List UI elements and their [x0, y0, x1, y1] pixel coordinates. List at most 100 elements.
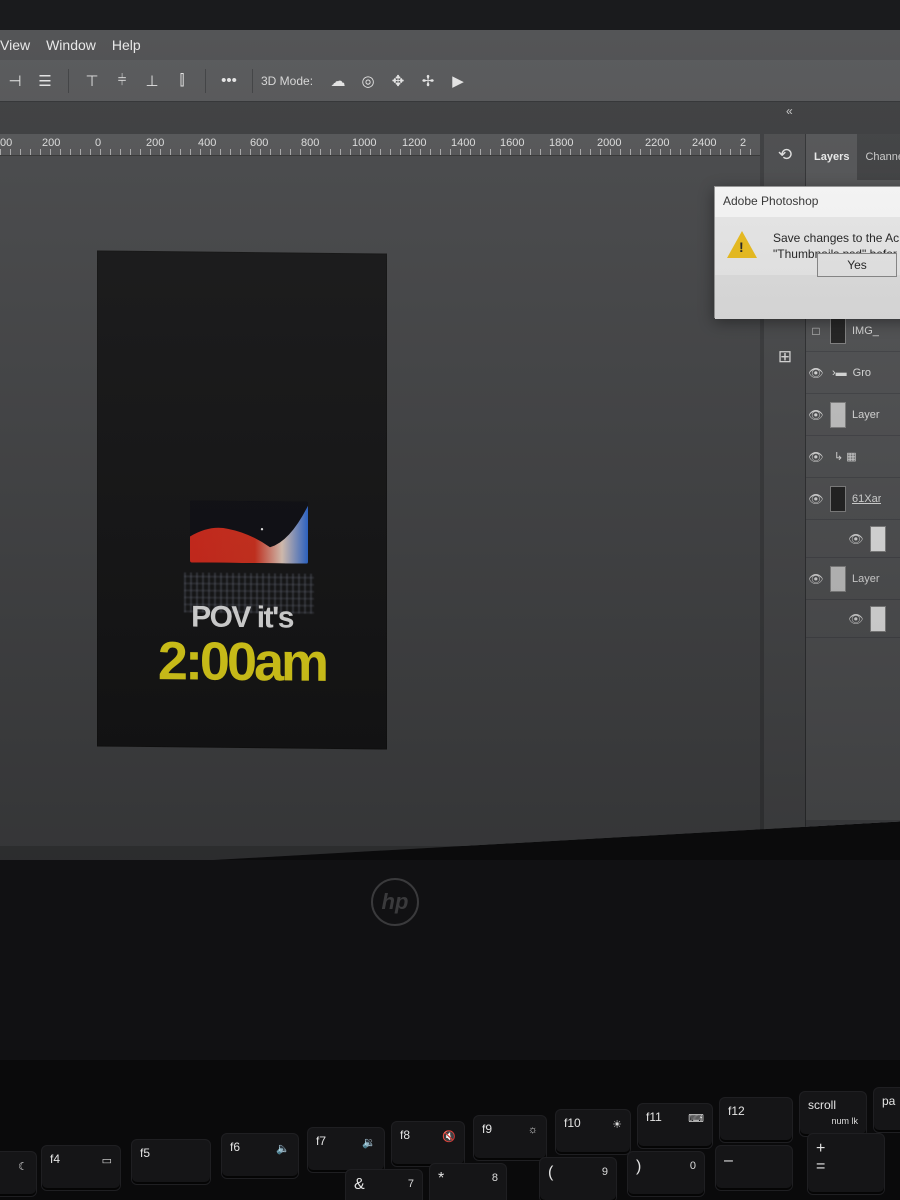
distribute-icon[interactable]: ⫿: [167, 72, 197, 89]
ruler-label: 2400: [692, 137, 717, 149]
link-icon[interactable]: ⊝: [846, 829, 857, 845]
key-9[interactable]: (9: [540, 1158, 616, 1200]
layer-row[interactable]: 👁: [806, 520, 900, 558]
key-f10[interactable]: f10 ☀: [556, 1110, 630, 1154]
layer-name[interactable]: Layer: [852, 573, 880, 585]
menu-view[interactable]: View: [0, 37, 30, 53]
menu-window[interactable]: Window: [46, 37, 96, 53]
volume-up-icon: 🔉: [362, 1137, 376, 1149]
align-horizontal-centers-icon[interactable]: ⫩: [107, 72, 137, 89]
key-minus[interactable]: –: [716, 1146, 792, 1190]
layer-name[interactable]: 61Xar: [852, 493, 881, 505]
key-f5[interactable]: f5: [132, 1140, 210, 1184]
collapse-panels-icon[interactable]: «: [786, 104, 793, 118]
layer-row[interactable]: 👁 Layer: [806, 558, 900, 600]
laptop-keyboard: ☾ f4 ▭ f5 f6 🔈 f7 🔉 f8 🔇 f9 ☼ f10 ☀ f11 ⌨ f12 s…: [0, 1060, 900, 1200]
key-label: f7: [316, 1134, 327, 1148]
dialog-body: ! Save changes to the Ac "Thumbnails.psd…: [715, 217, 900, 319]
key-equals[interactable]: + =: [808, 1134, 884, 1194]
key-f6[interactable]: f6 🔈: [222, 1134, 298, 1178]
ruler-label: 200: [146, 137, 165, 149]
fx-icon[interactable]: fx: [869, 830, 879, 845]
red-wallpaper-graphic: [190, 500, 308, 564]
pan-icon[interactable]: ✥: [383, 72, 413, 90]
align-left-edges-icon[interactable]: ⊣: [0, 72, 30, 90]
slide-icon[interactable]: ✢: [413, 72, 443, 90]
3d-mode-label: 3D Mode:: [261, 73, 314, 88]
align-bottom-icon[interactable]: ⊥: [137, 72, 167, 90]
document-canvas-area[interactable]: POV it's 2:00am: [0, 156, 760, 846]
key-f4[interactable]: f4 ▭: [42, 1146, 120, 1190]
key-7[interactable]: & 7: [346, 1170, 422, 1200]
layer-thumbnail: [830, 401, 846, 428]
toolbar-separator: [68, 68, 69, 93]
eye-icon[interactable]: 👁: [846, 532, 866, 546]
key-label: f12: [728, 1104, 745, 1118]
menu-help[interactable]: Help: [112, 37, 141, 53]
key-8[interactable]: * 8: [430, 1164, 506, 1200]
panel-tabs: Layers Channe: [806, 134, 900, 180]
dialog-title: Adobe Photoshop: [715, 187, 900, 217]
key-label: 7: [407, 1178, 414, 1190]
laptop-bottom-bezel: [0, 860, 900, 1070]
eye-icon[interactable]: 👁: [846, 612, 866, 626]
key-f7[interactable]: f7 🔉: [308, 1128, 384, 1172]
ruler-label: 600: [250, 137, 269, 149]
layer-name[interactable]: Layer: [852, 409, 880, 421]
align-top-icon[interactable]: ⊤: [77, 72, 107, 90]
visibility-off-icon[interactable]: □: [806, 324, 826, 338]
key-label: 0: [689, 1160, 696, 1172]
key-f8[interactable]: f8 🔇: [392, 1122, 464, 1166]
key-f9[interactable]: f9 ☼: [474, 1116, 546, 1160]
layer-row[interactable]: 👁 ›▬ Gro: [806, 352, 900, 394]
key-label: f4: [50, 1152, 61, 1166]
layer-row[interactable]: 👁: [806, 600, 900, 638]
properties-icon[interactable]: ⊞: [764, 336, 806, 378]
layer-thumbnail: [870, 605, 886, 632]
artboard-thumbnail[interactable]: POV it's 2:00am: [98, 251, 386, 749]
save-changes-dialog: Adobe Photoshop ! Save changes to the Ac…: [714, 186, 900, 319]
ruler-label: 400: [198, 137, 217, 149]
horizontal-ruler[interactable]: 00 200 0 200 400 600 800 1000 1200 1400 …: [0, 134, 760, 156]
ruler-label: 0: [95, 137, 102, 149]
roll-icon[interactable]: ◎: [353, 72, 383, 90]
key-f12[interactable]: f12: [720, 1098, 792, 1142]
time-heading-text[interactable]: 2:00am: [98, 629, 386, 694]
menu-bar: View Window Help: [0, 30, 900, 60]
ruler-label: 1800: [549, 137, 574, 149]
ruler-label: 2200: [645, 137, 670, 149]
key-pause[interactable]: pa: [874, 1088, 900, 1132]
layer-name[interactable]: Gro: [853, 367, 871, 379]
tab-layers[interactable]: Layers: [806, 134, 858, 180]
eye-icon[interactable]: 👁: [806, 450, 826, 464]
key-scroll-lock[interactable]: scroll num lk: [800, 1092, 866, 1136]
hp-logo: hp: [371, 878, 419, 926]
video-camera-icon[interactable]: ▶: [443, 72, 473, 90]
layer-row[interactable]: 👁 Layer: [806, 394, 900, 436]
eye-icon[interactable]: 👁: [806, 366, 826, 380]
laptop-screen-photo-layer: [190, 500, 308, 564]
eye-icon[interactable]: 👁: [806, 572, 826, 586]
align-vertical-centers-icon[interactable]: ☰: [30, 72, 60, 90]
history-icon[interactable]: ⟲: [764, 134, 806, 176]
layer-thumbnail: [830, 565, 846, 592]
layer-row[interactable]: 👁 ↳ ▦: [806, 436, 900, 478]
yes-button[interactable]: Yes: [817, 253, 897, 277]
more-options-button[interactable]: •••: [214, 72, 244, 89]
ruler-label: 1000: [352, 137, 377, 149]
layer-thumbnail: [830, 485, 846, 512]
eye-icon[interactable]: 👁: [806, 492, 826, 506]
ruler-label: 00: [0, 137, 13, 149]
panel-collapse-bar[interactable]: «: [764, 102, 900, 134]
layer-name[interactable]: IMG_: [852, 325, 879, 337]
tab-channels[interactable]: Channe: [857, 134, 900, 180]
key-0[interactable]: ) 0: [628, 1152, 704, 1196]
layer-list: □ IMG_ 👁 ›▬ Gro 👁 Layer 👁 ↳ ▦ 👁 61Xar 👁 …: [806, 310, 900, 638]
key-f11[interactable]: f11 ⌨: [638, 1104, 712, 1148]
orbit-icon[interactable]: ☁: [323, 72, 353, 90]
eye-icon[interactable]: 👁: [806, 408, 826, 422]
key-label: (: [548, 1164, 554, 1181]
key-sleep[interactable]: ☾: [0, 1152, 36, 1196]
photoshop-window: View Window Help ⊣ ☰ ⊤ ⫩ ⊥ ⫿ ••• 3D Mode…: [0, 30, 900, 872]
layer-row[interactable]: 👁 61Xar: [806, 478, 900, 520]
